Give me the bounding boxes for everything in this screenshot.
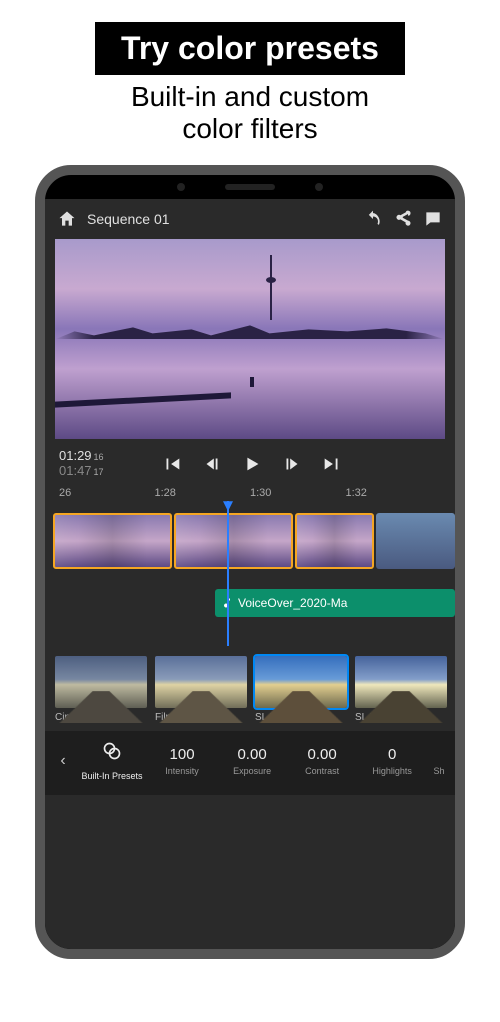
preset-item-selected[interactable]: SL Kodak bbox=[255, 656, 347, 723]
builtin-presets-button[interactable]: Built-In Presets bbox=[79, 741, 145, 781]
video-preview[interactable] bbox=[55, 239, 445, 439]
top-bar: Sequence 01 bbox=[45, 199, 455, 239]
phone-frame: Sequence 01 01:2916 01:4717 bbox=[35, 165, 465, 959]
audio-clip[interactable]: VoiceOver_2020-Ma bbox=[215, 589, 455, 617]
adjust-bar: ‹ Built-In Presets 100 Intensity 0.00 Ex… bbox=[45, 731, 455, 795]
exposure-control[interactable]: 0.00 Exposure bbox=[219, 746, 285, 776]
sequence-title: Sequence 01 bbox=[87, 211, 170, 227]
video-clip[interactable] bbox=[53, 513, 172, 569]
intensity-control[interactable]: 100 Intensity bbox=[149, 746, 215, 776]
undo-icon[interactable] bbox=[363, 209, 383, 229]
time-ruler[interactable]: 26 1:28 1:30 1:32 bbox=[45, 483, 455, 501]
frame-fwd-icon[interactable] bbox=[281, 453, 303, 475]
preset-item[interactable]: Film bbox=[155, 656, 247, 723]
presets-icon bbox=[102, 741, 122, 761]
audio-clip-label: VoiceOver_2020-Ma bbox=[238, 596, 347, 610]
play-icon[interactable] bbox=[241, 453, 263, 475]
back-icon[interactable]: ‹ bbox=[51, 752, 75, 770]
frame-back-icon[interactable] bbox=[201, 453, 223, 475]
preset-strip[interactable]: Cinematic Film SL Kodak SL Bleac bbox=[45, 646, 455, 723]
playback-row: 01:2916 01:4717 bbox=[45, 439, 455, 483]
playhead[interactable] bbox=[227, 501, 229, 646]
comment-icon[interactable] bbox=[423, 209, 443, 229]
video-clip[interactable] bbox=[376, 513, 455, 569]
video-clip[interactable] bbox=[174, 513, 293, 569]
promo-subtitle: Built-in and custom color filters bbox=[0, 81, 500, 145]
app-screen: Sequence 01 01:2916 01:4717 bbox=[45, 199, 455, 949]
promo-title: Try color presets bbox=[95, 22, 405, 75]
video-track[interactable] bbox=[45, 513, 455, 569]
preset-item[interactable]: Cinematic bbox=[55, 656, 147, 723]
shadows-control[interactable]: Sh bbox=[429, 746, 449, 776]
share-icon[interactable] bbox=[393, 209, 413, 229]
home-icon[interactable] bbox=[57, 209, 77, 229]
video-clip[interactable] bbox=[295, 513, 374, 569]
timeline[interactable]: VoiceOver_2020-Ma bbox=[45, 501, 455, 646]
preset-item[interactable]: SL Bleac bbox=[355, 656, 447, 723]
highlights-control[interactable]: 0 Highlights bbox=[359, 746, 425, 776]
contrast-control[interactable]: 0.00 Contrast bbox=[289, 746, 355, 776]
skip-end-icon[interactable] bbox=[321, 453, 343, 475]
phone-earpiece bbox=[45, 175, 455, 199]
skip-start-icon[interactable] bbox=[161, 453, 183, 475]
timecode-display: 01:2916 01:4717 bbox=[59, 449, 104, 479]
playback-controls bbox=[161, 453, 343, 475]
